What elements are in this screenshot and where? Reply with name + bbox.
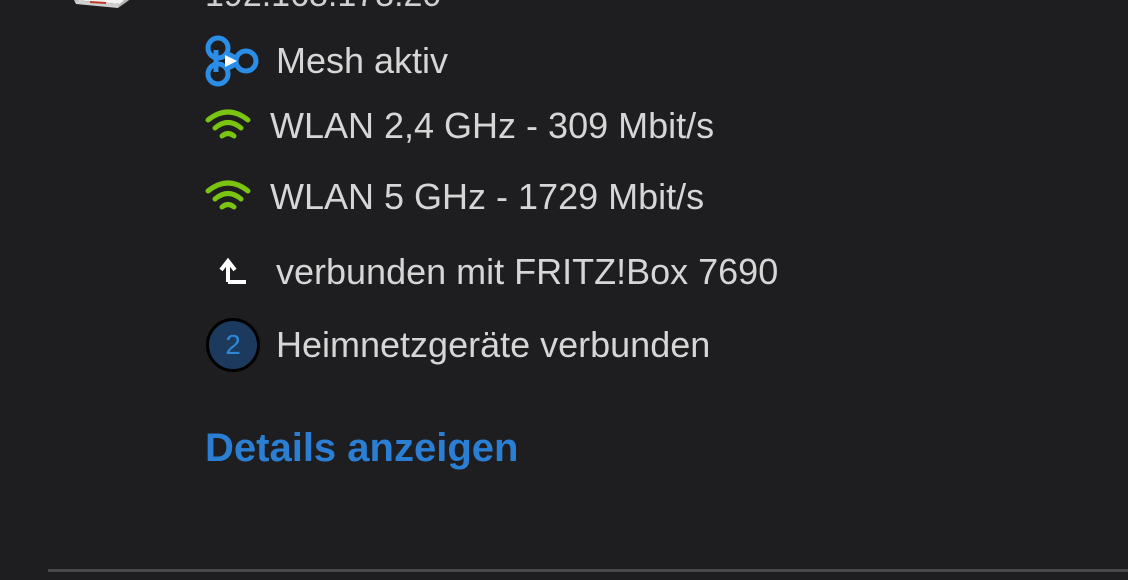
device-detail-panel: 192.168.178.20 Mesh aktiv WLAN 2,4 GHz -… xyxy=(0,0,1128,580)
fritz-repeater-icon xyxy=(74,0,130,8)
wlan-24-label: WLAN 2,4 GHz - 309 Mbit/s xyxy=(270,105,715,146)
connected-devices-row: 2 Heimnetzgeräte verbunden xyxy=(204,317,710,373)
uplink-arrow-icon xyxy=(204,252,260,292)
device-ip-address: 192.168.178.20 xyxy=(205,0,441,12)
uplink-row: verbunden mit FRITZ!Box 7690 xyxy=(204,244,778,300)
wifi-icon xyxy=(204,106,252,146)
mesh-icon xyxy=(204,33,260,89)
uplink-label: verbunden mit FRITZ!Box 7690 xyxy=(276,251,779,292)
wifi-icon xyxy=(204,177,252,217)
wlan-24-row: WLAN 2,4 GHz - 309 Mbit/s xyxy=(204,98,714,154)
device-count: 2 xyxy=(206,318,260,372)
wlan-5-row: WLAN 5 GHz - 1729 Mbit/s xyxy=(204,169,704,225)
connected-devices-label: Heimnetzgeräte verbunden xyxy=(276,324,711,365)
divider xyxy=(48,569,1128,572)
mesh-status-label: Mesh aktiv xyxy=(276,40,449,81)
wlan-5-label: WLAN 5 GHz - 1729 Mbit/s xyxy=(270,176,705,217)
mesh-status-row: Mesh aktiv xyxy=(204,33,448,89)
device-count-badge: 2 xyxy=(204,316,262,374)
details-link[interactable]: Details anzeigen xyxy=(205,426,518,471)
